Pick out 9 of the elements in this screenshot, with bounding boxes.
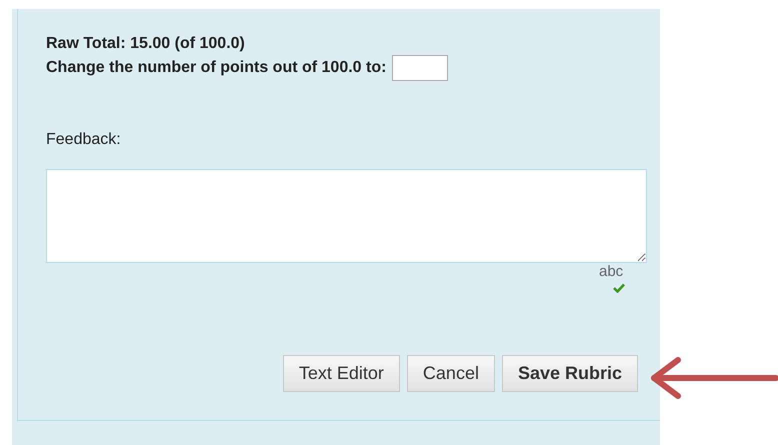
- points-label: Change the number of points out of 100.0 to:: [46, 58, 386, 78]
- points-field[interactable]: [392, 55, 448, 81]
- raw-total: Raw Total: 15.00 (of 100.0): [46, 34, 246, 54]
- form-button[interactable]: Save Rubric: [502, 355, 638, 392]
- feedback-label: Feedback:: [46, 131, 122, 149]
- arrow-icon: [648, 355, 778, 401]
- form-button[interactable]: Cancel: [406, 355, 495, 392]
- form-button[interactable]: Text Editor: [282, 355, 400, 392]
- feedback-field[interactable]: [46, 169, 647, 263]
